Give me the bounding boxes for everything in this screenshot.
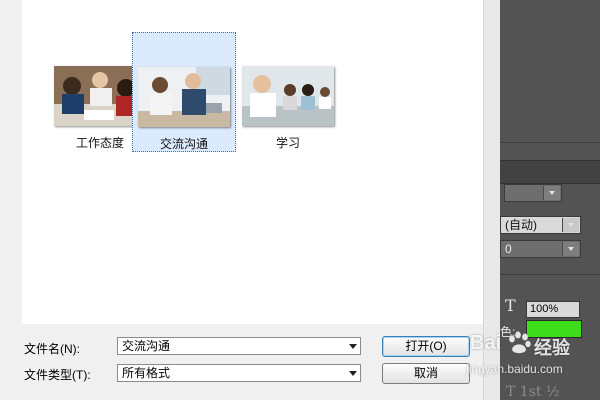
chevron-down-icon[interactable] [562,242,579,256]
font-style-dropdown[interactable] [504,184,562,202]
paw-icon [508,331,532,354]
watermark-url: jingyan.baidu.com [466,362,563,376]
chevron-down-icon[interactable] [543,186,560,200]
file-item-label: 学习 [275,136,300,150]
open-file-dialog: 工作态度 交流沟通 学习 文件名(N): 交流沟通 文件类型(T): 所有格式 … [0,0,500,400]
watermark-suffix: 经验 [534,338,570,358]
divider [500,274,600,275]
filetype-value: 所有格式 [122,366,171,380]
thumbnail-classroom [242,66,334,126]
horizontal-scale-icon: T [505,296,516,315]
text-style-icons[interactable]: T 1st ½ [506,384,560,400]
file-view[interactable]: 工作态度 交流沟通 学习 [22,0,483,324]
thumbnail-office-conversation [138,67,230,127]
filetype-select[interactable]: 所有格式 [117,364,361,382]
filename-input[interactable]: 交流沟通 [117,337,361,355]
file-item-communication[interactable]: 交流沟通 [132,32,236,152]
chevron-down-icon[interactable] [349,344,357,349]
chevron-down-icon[interactable] [562,218,579,232]
file-item-study[interactable]: 学习 [236,32,340,152]
filetype-label: 文件类型(T): [24,368,91,382]
chevron-down-icon[interactable] [349,371,357,376]
divider [500,142,600,143]
filename-label: 文件名(N): [24,342,80,356]
leading-dropdown[interactable]: (自动) [500,216,581,234]
scale-input[interactable]: 100% [526,301,580,318]
leading-value: (自动) [505,218,537,232]
cancel-button[interactable]: 取消 [382,363,470,384]
file-item-label: 交流沟通 [159,137,208,151]
tracking-value: 0 [505,242,512,256]
watermark-brand: Bai [470,332,502,354]
open-button[interactable]: 打开(O) [382,336,470,357]
baidu-watermark: Bai 经验 jingyan.baidu.com [458,326,600,386]
panel-header [500,160,600,184]
filename-value: 交流沟通 [122,339,171,353]
tracking-dropdown[interactable]: 0 [500,240,581,258]
